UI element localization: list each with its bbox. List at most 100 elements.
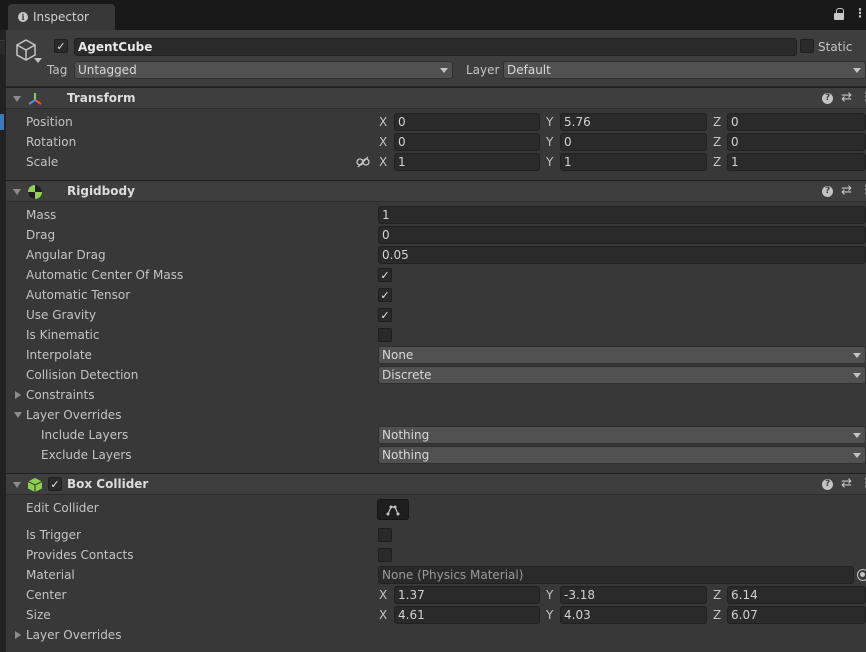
object-picker-icon[interactable] [857, 569, 866, 581]
transform-header[interactable]: Transform ? ⇄ ⋮ [6, 87, 866, 109]
info-icon: i [18, 12, 28, 22]
static-label: Static [818, 40, 853, 54]
use-gravity-label: Use Gravity [26, 308, 97, 322]
axis-x-label[interactable]: X [379, 114, 387, 130]
size-z-field[interactable]: 6.07 [727, 606, 866, 624]
position-x-field[interactable]: 0 [394, 113, 540, 131]
component-tools: ? ⇄ ⋮ [822, 184, 866, 198]
exclude-layers-dropdown[interactable]: Nothing [378, 446, 866, 464]
preset-icon[interactable]: ⇄ [841, 91, 852, 105]
edit-collider-button[interactable] [377, 499, 409, 520]
kebab-icon[interactable]: ⋮ [860, 91, 866, 105]
scale-x-field[interactable]: 1 [394, 153, 540, 171]
axis-z-label[interactable]: Z [713, 154, 721, 170]
foldout-arrow[interactable] [13, 482, 21, 488]
inspector-panel: ✓ AgentCube Static Tag Untagged Layer De… [6, 30, 866, 652]
layer-overrides-foldout-arrow[interactable] [14, 412, 22, 418]
is-kinematic-checkbox[interactable] [378, 328, 392, 342]
name-field[interactable]: AgentCube [74, 38, 797, 56]
transform-axes-icon [28, 93, 42, 105]
left-panel-element [0, 40, 5, 54]
interpolate-label: Interpolate [26, 348, 92, 362]
provides-contacts-checkbox[interactable] [378, 548, 392, 562]
axis-z-label[interactable]: Z [713, 134, 721, 150]
interpolate-dropdown[interactable]: None [378, 346, 866, 364]
collision-detection-dropdown[interactable]: Discrete [378, 366, 866, 384]
collider-layer-overrides-foldout-arrow[interactable] [15, 631, 21, 639]
foldout-arrow[interactable] [13, 189, 21, 195]
auto-com-checkbox[interactable]: ✓ [378, 268, 392, 282]
rotation-x-field[interactable]: 0 [394, 133, 540, 151]
is-trigger-checkbox[interactable] [378, 528, 392, 542]
axis-y-label[interactable]: Y [546, 154, 553, 170]
center-z-field[interactable]: 6.14 [727, 586, 866, 604]
mass-label: Mass [26, 208, 57, 222]
position-y-field[interactable]: 5.76 [560, 113, 707, 131]
position-z-field[interactable]: 0 [727, 113, 866, 131]
scale-y-field[interactable]: 1 [560, 153, 707, 171]
chevron-down-icon [853, 453, 861, 458]
axis-z-label[interactable]: Z [713, 607, 721, 623]
use-gravity-checkbox[interactable]: ✓ [378, 308, 392, 322]
static-checkbox[interactable] [800, 39, 814, 53]
axis-x-label[interactable]: X [379, 607, 387, 623]
box-collider-enabled-checkbox[interactable]: ✓ [48, 477, 62, 491]
component-title: Transform [67, 91, 136, 105]
box-collider-header[interactable]: ✓ Box Collider ? ⇄ ⋮ [6, 473, 866, 495]
edit-collider-icon [386, 505, 400, 515]
axis-y-label[interactable]: Y [546, 134, 553, 150]
chevron-down-icon [853, 68, 861, 73]
angular-drag-label: Angular Drag [26, 248, 106, 262]
axis-z-label[interactable]: Z [713, 114, 721, 130]
axis-x-label[interactable]: X [379, 134, 387, 150]
axis-x-label[interactable]: X [379, 154, 387, 170]
kebab-icon[interactable]: ⋮ [854, 6, 866, 20]
chevron-down-icon [853, 353, 861, 358]
kebab-icon[interactable]: ⋮ [860, 477, 866, 491]
help-icon[interactable]: ? [822, 92, 834, 104]
rigidbody-header[interactable]: Rigidbody ? ⇄ ⋮ [6, 180, 866, 202]
collider-layer-overrides-foldout[interactable]: Layer Overrides [26, 627, 121, 643]
active-checkbox[interactable]: ✓ [54, 39, 68, 53]
component-tools: ? ⇄ ⋮ [822, 91, 866, 105]
position-label: Position [26, 115, 73, 129]
layer-dropdown[interactable]: Default [503, 61, 866, 79]
angular-drag-field[interactable]: 0.05 [378, 246, 866, 264]
preset-icon[interactable]: ⇄ [841, 184, 852, 198]
scale-z-field[interactable]: 1 [727, 153, 866, 171]
drag-field[interactable]: 0 [378, 226, 866, 244]
exclude-layers-label: Exclude Layers [41, 448, 132, 462]
tag-dropdown[interactable]: Untagged [74, 61, 453, 79]
tab-label: Inspector [33, 10, 89, 24]
size-y-field[interactable]: 4.03 [560, 606, 707, 624]
foldout-arrow[interactable] [13, 96, 21, 102]
link-scale-icon[interactable] [356, 156, 370, 168]
center-x-field[interactable]: 1.37 [394, 586, 540, 604]
axis-y-label[interactable]: Y [546, 114, 553, 130]
preset-icon[interactable]: ⇄ [841, 477, 852, 491]
help-icon[interactable]: ? [822, 185, 834, 197]
axis-y-label[interactable]: Y [546, 587, 553, 603]
axis-x-label[interactable]: X [379, 587, 387, 603]
tab-inspector[interactable]: i Inspector [8, 4, 115, 30]
tab-bar: i Inspector ⋮ [0, 0, 866, 30]
help-icon[interactable]: ? [822, 478, 834, 490]
component-title: Box Collider [67, 477, 149, 491]
constraints-foldout[interactable]: Constraints [26, 387, 94, 403]
kebab-icon[interactable]: ⋮ [860, 184, 866, 198]
axis-z-label[interactable]: Z [713, 587, 721, 603]
component-title: Rigidbody [67, 184, 135, 198]
material-field[interactable]: None (Physics Material) [378, 566, 854, 584]
mass-field[interactable]: 1 [378, 206, 866, 224]
icon-dropdown-arrow[interactable] [34, 58, 42, 63]
auto-tensor-checkbox[interactable]: ✓ [378, 288, 392, 302]
layer-overrides-foldout[interactable]: Layer Overrides [26, 407, 121, 423]
constraints-foldout-arrow[interactable] [15, 391, 21, 399]
include-layers-dropdown[interactable]: Nothing [378, 426, 866, 444]
lock-icon[interactable] [834, 8, 844, 20]
axis-y-label[interactable]: Y [546, 607, 553, 623]
size-x-field[interactable]: 4.61 [394, 606, 540, 624]
center-y-field[interactable]: -3.18 [560, 586, 707, 604]
rotation-z-field[interactable]: 0 [727, 133, 866, 151]
rotation-y-field[interactable]: 0 [560, 133, 707, 151]
